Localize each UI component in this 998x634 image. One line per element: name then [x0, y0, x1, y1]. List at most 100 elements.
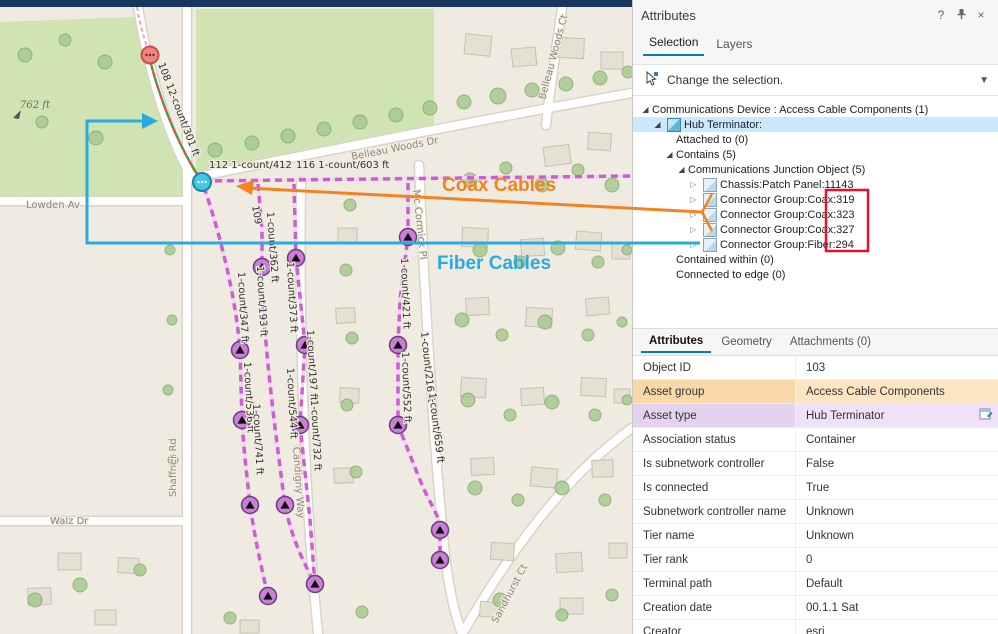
- tree-item-label: Communications Device : Access Cable Com…: [652, 103, 929, 116]
- field-name: Is connected: [643, 481, 709, 494]
- road-label-lowden: Lowden Av: [26, 200, 80, 211]
- field-value: Access Cable Components: [806, 385, 945, 398]
- field-value: False: [806, 457, 835, 470]
- junction-feature-icon: [703, 222, 717, 237]
- attr-row-tier-rank[interactable]: Tier rank 0: [633, 548, 998, 572]
- attr-row-subnetwork-controller-name[interactable]: Subnetwork controller name Unknown: [633, 500, 998, 524]
- change-selection-label: Change the selection.: [667, 73, 784, 87]
- chevron-down-icon[interactable]: ▼: [979, 75, 989, 86]
- tree-item-label: Communications Junction Object (5): [688, 163, 866, 176]
- field-value: 0: [806, 553, 813, 566]
- expander-icon[interactable]: [675, 165, 688, 174]
- tree-item-label: Connected to edge (0): [676, 268, 786, 281]
- expander-icon[interactable]: [663, 150, 676, 159]
- tab-selection[interactable]: Selection: [643, 32, 705, 56]
- attr-row-creation-date[interactable]: Creation date 00.1.1 Sat: [633, 596, 998, 620]
- tab-layers[interactable]: Layers: [710, 34, 758, 56]
- pane-title: Attributes: [641, 7, 696, 23]
- field-name: Terminal path: [643, 577, 713, 590]
- cable-label: 116 1-count/603 ft: [296, 160, 389, 171]
- tree-item-label: Hub Terminator:: [684, 118, 763, 131]
- close-icon[interactable]: ×: [971, 8, 991, 22]
- attr-row-terminal-path[interactable]: Terminal path Default: [633, 572, 998, 596]
- road-label-walz: Walz Dr: [50, 516, 89, 527]
- tree-item-label: Connector Group:Coax:323: [720, 208, 855, 221]
- attr-row-asset-type[interactable]: Asset type Hub Terminator: [633, 404, 998, 428]
- field-name: Asset group: [633, 380, 795, 403]
- expander-icon[interactable]: [687, 225, 700, 234]
- field-name: Creation date: [643, 601, 713, 614]
- tab-attachments[interactable]: Attachments (0): [782, 332, 879, 352]
- tree-item-contained-within[interactable]: Contained within (0): [633, 252, 998, 267]
- field-name: Association status: [643, 433, 736, 446]
- attr-row-creator[interactable]: Creator esri: [633, 620, 998, 634]
- expander-icon[interactable]: [687, 195, 700, 204]
- field-name: Subnetwork controller name: [643, 505, 787, 518]
- tree-item-attached-to[interactable]: Attached to (0): [633, 132, 998, 147]
- expander-icon[interactable]: [687, 210, 700, 219]
- tree-item-chassis-patch-panel[interactable]: Chassis:Patch Panel:11143: [633, 177, 998, 192]
- expander-icon[interactable]: [687, 180, 700, 189]
- tree-item-connector-coax-323[interactable]: Connector Group:Coax:323: [633, 207, 998, 222]
- tree-item-label: Connector Group:Fiber:294: [720, 238, 854, 251]
- tree-item-connected-to-edge[interactable]: Connected to edge (0): [633, 267, 998, 282]
- field-name: Is subnetwork controller: [643, 457, 765, 470]
- map-view[interactable]: Lowden Av Walz Dr Shaffner Rd Belleau Wo…: [0, 0, 632, 634]
- help-icon[interactable]: ?: [931, 8, 951, 22]
- expander-icon[interactable]: [639, 105, 652, 114]
- junction-feature-icon: [703, 237, 717, 252]
- attr-row-tier-name[interactable]: Tier name Unknown: [633, 524, 998, 548]
- selection-tree: Communications Device : Access Cable Com…: [633, 96, 998, 328]
- field-value: Hub Terminator: [806, 409, 885, 422]
- tree-item-junction-object[interactable]: Communications Junction Object (5): [633, 162, 998, 177]
- tree-item-label: Connector Group:Coax:327: [720, 223, 855, 236]
- field-value: Unknown: [806, 529, 854, 542]
- field-value: 00.1.1 Sat: [806, 601, 859, 614]
- tree-item-hub-terminator[interactable]: Hub Terminator:: [633, 117, 998, 132]
- pane-tabs: Selection Layers: [633, 30, 998, 56]
- field-name: Object ID: [643, 361, 691, 374]
- tab-attributes[interactable]: Attributes: [641, 331, 712, 353]
- tree-item-label: Chassis:Patch Panel:11143: [720, 178, 854, 191]
- attr-row-object-id[interactable]: Object ID 103: [633, 356, 998, 380]
- tree-item-contains[interactable]: Contains (5): [633, 147, 998, 162]
- expander-icon[interactable]: [651, 120, 664, 129]
- tree-item-label: Contains (5): [676, 148, 736, 161]
- asset-type-form-icon[interactable]: [979, 407, 993, 424]
- pin-icon[interactable]: [951, 8, 971, 23]
- field-value: Unknown: [806, 505, 854, 518]
- field-value: 103: [806, 361, 826, 374]
- field-value: True: [806, 481, 830, 494]
- change-selection-icon: [643, 70, 659, 90]
- device-feature-icon: [667, 117, 681, 132]
- field-value: esri: [806, 625, 825, 634]
- attr-row-association-status[interactable]: Association status Container: [633, 428, 998, 452]
- window-top-edge: [0, 0, 632, 7]
- attr-row-is-subnetwork-controller[interactable]: Is subnetwork controller False: [633, 452, 998, 476]
- tree-item-connector-coax-319[interactable]: Connector Group:Coax:319: [633, 192, 998, 207]
- expander-icon[interactable]: [687, 240, 700, 249]
- detail-tabs: Attributes Geometry Attachments (0): [633, 328, 998, 356]
- field-value: Container: [806, 433, 856, 446]
- field-name: Tier rank: [643, 553, 688, 566]
- field-value: Default: [806, 577, 843, 590]
- tree-item-connector-coax-327[interactable]: Connector Group:Coax:327: [633, 222, 998, 237]
- tree-item-label: Contained within (0): [676, 253, 774, 266]
- scale-label: 762 ft: [20, 100, 51, 111]
- tree-item-connector-fiber-294[interactable]: Connector Group:Fiber:294: [633, 237, 998, 252]
- attr-row-asset-group[interactable]: Asset group Access Cable Components: [633, 380, 998, 404]
- field-name: Creator: [643, 625, 682, 634]
- tree-item-label: Attached to (0): [676, 133, 749, 146]
- attr-row-is-connected[interactable]: Is connected True: [633, 476, 998, 500]
- change-selection-bar[interactable]: Change the selection. ▼: [633, 64, 998, 96]
- tree-item-communications-device[interactable]: Communications Device : Access Cable Com…: [633, 102, 998, 117]
- tab-geometry[interactable]: Geometry: [713, 332, 780, 352]
- junction-feature-icon: [703, 207, 717, 222]
- splice-device-point[interactable]: [140, 45, 160, 65]
- junction-feature-icon: [703, 177, 717, 192]
- attribute-table: Object ID 103 Asset group Access Cable C…: [633, 356, 998, 634]
- road-label-shaffner: Shaffner Rd: [168, 438, 179, 497]
- junction-feature-icon: [703, 192, 717, 207]
- hub-terminator-point[interactable]: [192, 172, 212, 192]
